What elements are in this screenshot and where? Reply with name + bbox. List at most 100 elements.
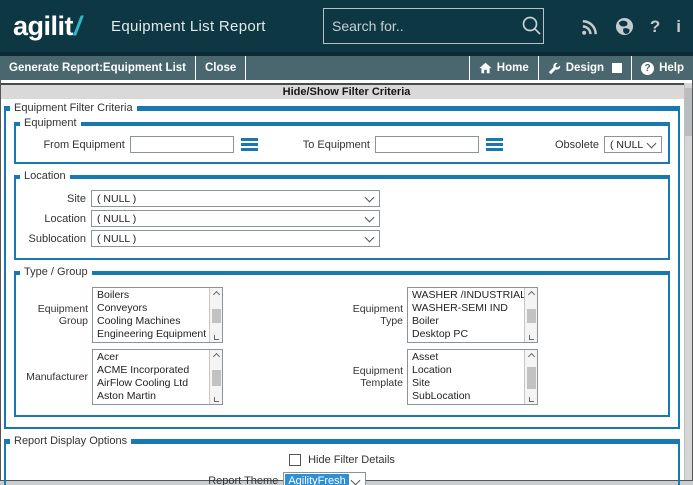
globe-icon[interactable] <box>615 17 634 36</box>
scroll-down-icon[interactable] <box>214 397 219 402</box>
generate-report-button[interactable]: Generate Report:Equipment List <box>0 56 196 80</box>
sublocation-select[interactable]: ( NULL ) <box>91 230 380 247</box>
equipment-type-listbox[interactable]: WASHER /INDUSTRIAL WASHER-SEMI IND Boile… <box>407 287 538 343</box>
close-label: Close <box>205 62 236 74</box>
list-item[interactable]: Location <box>408 364 524 377</box>
report-display-options-fieldset: Report Display Options Hide Filter Detai… <box>4 439 680 485</box>
list-item[interactable]: Site <box>408 377 524 390</box>
sublocation-value: ( NULL ) <box>92 233 364 245</box>
logo-slash-icon: / <box>74 11 81 42</box>
hide-filter-details-row: Hide Filter Details <box>6 454 678 466</box>
to-equipment-lookup-icon[interactable] <box>486 138 503 151</box>
equipment-template-label: Equipment Template <box>341 365 403 389</box>
scroll-thumb[interactable] <box>212 309 221 323</box>
location-select[interactable]: ( NULL ) <box>91 210 380 227</box>
sublocation-label: Sublocation <box>22 233 86 245</box>
listbox-scrollbar[interactable] <box>524 350 537 404</box>
obsolete-select[interactable]: ( NULL ) <box>604 136 662 153</box>
info-icon[interactable]: i <box>676 18 681 35</box>
scroll-down-icon[interactable] <box>529 335 534 340</box>
list-item[interactable]: Boilers <box>93 289 209 302</box>
page-title: Equipment List Report <box>111 18 266 35</box>
search-input[interactable] <box>324 18 521 34</box>
logo-text: agilit <box>13 11 73 42</box>
list-item[interactable]: Boiler <box>408 315 524 328</box>
report-display-options-legend: Report Display Options <box>10 434 131 448</box>
type-group-fieldset: Type / Group Equipment Group Boilers Con… <box>14 271 670 417</box>
scroll-down-icon[interactable] <box>529 397 534 402</box>
design-window-icon <box>612 63 622 73</box>
equipment-fieldset: Equipment From Equipment To Equipment Ob… <box>14 122 670 164</box>
hide-show-filter-toggle[interactable]: Hide/Show Filter Criteria <box>1 83 692 99</box>
report-theme-value: AgilityFresh <box>285 474 348 485</box>
equipment-group-listbox[interactable]: Boilers Conveyors Cooling Machines Engin… <box>92 287 223 343</box>
list-item[interactable]: Cooling Machines <box>93 315 209 328</box>
location-fieldset: Location Site ( NULL ) Location ( NULL ) <box>14 175 670 260</box>
list-item[interactable]: AirFlow Cooling Ltd <box>93 377 209 390</box>
help-icon[interactable]: ? <box>650 18 660 35</box>
home-icon <box>479 62 492 74</box>
report-theme-row: Report Theme AgilityFresh <box>6 472 678 485</box>
close-button[interactable]: Close <box>196 56 246 80</box>
rss-icon[interactable] <box>580 17 599 36</box>
scroll-up-icon[interactable] <box>527 291 534 298</box>
from-equipment-lookup-icon[interactable] <box>241 138 258 151</box>
design-button[interactable]: Design <box>538 56 631 80</box>
list-item[interactable]: ACME Incorporated <box>93 364 209 377</box>
report-toolbar: Generate Report:Equipment List Close Hom… <box>0 52 693 80</box>
to-equipment-input[interactable] <box>375 136 479 153</box>
list-item[interactable]: Engineering Equipment <box>93 328 209 341</box>
chevron-down-icon <box>365 193 375 203</box>
site-select[interactable]: ( NULL ) <box>91 190 380 207</box>
scroll-thumb[interactable] <box>527 309 536 323</box>
home-button[interactable]: Home <box>469 56 538 80</box>
manufacturer-cell: Manufacturer Acer ACME Incorporated AirF… <box>26 349 223 405</box>
scroll-up-icon[interactable] <box>212 291 219 298</box>
sublocation-row: Sublocation ( NULL ) <box>22 230 662 247</box>
site-row: Site ( NULL ) <box>22 190 662 207</box>
equipment-legend: Equipment <box>20 116 81 130</box>
site-value: ( NULL ) <box>92 193 364 205</box>
listbox-scrollbar[interactable] <box>209 288 222 342</box>
listbox-scrollbar[interactable] <box>209 350 222 404</box>
list-item[interactable]: WASHER /INDUSTRIAL <box>408 289 524 302</box>
list-item[interactable]: Asset <box>408 351 524 364</box>
equipment-group-cell: Equipment Group Boilers Conveyors Coolin… <box>26 287 223 343</box>
equipment-filter-criteria-legend: Equipment Filter Criteria <box>10 101 137 115</box>
agility-logo[interactable]: agilit/ <box>13 11 81 42</box>
list-item[interactable]: Desktop PC <box>408 328 524 341</box>
site-label: Site <box>22 193 86 205</box>
type-group-legend: Type / Group <box>20 265 92 279</box>
search-box[interactable] <box>323 8 544 44</box>
scroll-thumb[interactable] <box>212 370 221 386</box>
location-label: Location <box>22 213 86 225</box>
toolbar-help-label: Help <box>659 62 684 74</box>
scroll-up-icon[interactable] <box>527 353 534 360</box>
manufacturer-listbox[interactable]: Acer ACME Incorporated AirFlow Cooling L… <box>92 349 223 405</box>
hide-filter-details-checkbox[interactable] <box>289 454 301 466</box>
list-item[interactable]: SubLocation <box>408 390 524 403</box>
equipment-template-listbox[interactable]: Asset Location Site SubLocation <box>407 349 538 405</box>
search-icon[interactable] <box>521 15 543 37</box>
scroll-up-icon[interactable] <box>212 353 219 360</box>
wrench-icon <box>548 62 561 75</box>
location-legend: Location <box>20 169 70 183</box>
toolbar-help-button[interactable]: ? Help <box>631 56 693 80</box>
vertical-scrollbar-thumb[interactable] <box>685 88 692 136</box>
list-item[interactable]: WASHER-SEMI IND <box>408 302 524 315</box>
list-item[interactable]: Acer <box>93 351 209 364</box>
type-group-grid: Equipment Group Boilers Conveyors Coolin… <box>26 287 662 405</box>
listbox-scrollbar[interactable] <box>524 288 537 342</box>
from-equipment-input[interactable] <box>130 136 234 153</box>
report-theme-select[interactable]: AgilityFresh <box>283 472 365 485</box>
scroll-down-icon[interactable] <box>214 335 219 340</box>
generate-report-label: Generate Report:Equipment List <box>9 62 186 74</box>
scroll-thumb[interactable] <box>527 367 536 389</box>
list-item[interactable]: Aston Martin <box>93 390 209 403</box>
report-theme-label: Report Theme <box>208 475 278 485</box>
report-content: Hide/Show Filter Criteria Equipment Filt… <box>0 80 693 481</box>
chevron-down-icon <box>365 233 375 243</box>
list-item[interactable]: Conveyors <box>93 302 209 315</box>
vertical-scrollbar[interactable] <box>684 83 692 480</box>
app-header: agilit/ Equipment List Report ? i <box>0 0 693 52</box>
